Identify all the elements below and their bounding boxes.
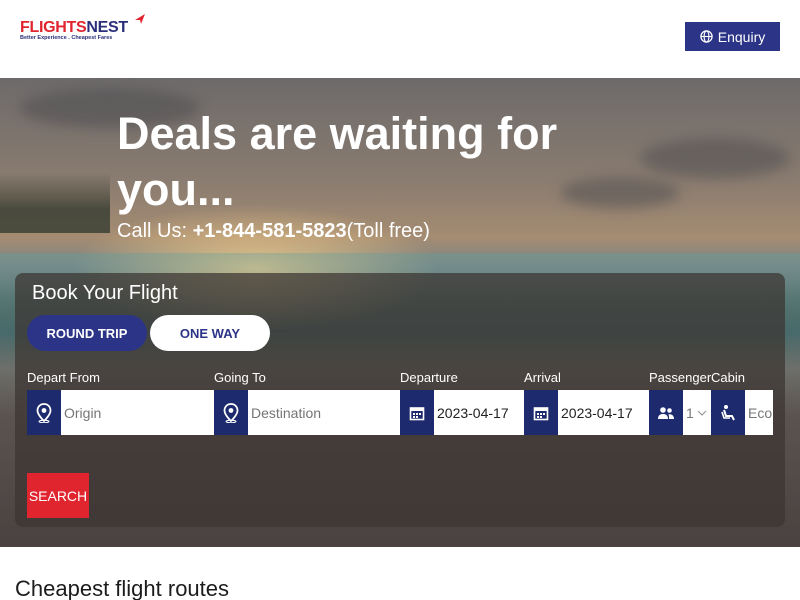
hero-banner: Deals are waiting for you... Call Us: +1… (0, 78, 800, 547)
booking-title: Book Your Flight (32, 282, 178, 304)
booking-panel: Book Your Flight ROUND TRIP ONE WAY Depa… (15, 273, 785, 527)
location-pin-icon (214, 390, 248, 435)
location-pin-icon (27, 390, 61, 435)
logo-tagline: Better Experience . Cheapest Fares (20, 35, 113, 41)
one-way-button[interactable]: ONE WAY (150, 315, 270, 351)
seat-icon (711, 390, 745, 435)
people-icon (649, 390, 683, 435)
passenger-select[interactable]: 1 (649, 390, 711, 435)
departure-label: Departure (400, 370, 458, 385)
depart-from-label: Depart From (27, 370, 100, 385)
calendar-icon (524, 390, 558, 435)
palm-trees-silhouette (0, 173, 110, 233)
departure-date-value: 2023-04-17 (437, 404, 509, 421)
departure-date-field[interactable]: 2023-04-17 (400, 390, 524, 435)
going-to-label: Going To (214, 370, 266, 385)
site-header: FLIGHTSNEST Better Experience . Cheapest… (0, 0, 800, 78)
arrival-date-field[interactable]: 2023-04-17 (524, 390, 649, 435)
cabin-select[interactable]: Econ (711, 390, 773, 435)
calendar-icon (400, 390, 434, 435)
hero-call-line: Call Us: +1-844-581-5823(Toll free) (117, 220, 430, 243)
enquiry-label: Enquiry (717, 28, 766, 45)
cabin-label: Cabin (711, 370, 745, 385)
arrival-date-value: 2023-04-17 (561, 404, 633, 421)
plane-icon (135, 14, 145, 24)
chevron-down-icon (697, 410, 707, 416)
arrival-label: Arrival (524, 370, 561, 385)
destination-field[interactable] (214, 390, 400, 435)
destination-input[interactable] (248, 390, 400, 435)
call-suffix: (Toll free) (346, 220, 430, 242)
search-button[interactable]: SEARCH (27, 473, 89, 518)
origin-field[interactable] (27, 390, 214, 435)
flightsnest-logo[interactable]: FLIGHTSNEST Better Experience . Cheapest… (20, 14, 150, 45)
phone-number[interactable]: +1-844-581-5823 (193, 220, 347, 242)
globe-icon (700, 30, 713, 43)
call-prefix: Call Us: (117, 220, 193, 242)
cabin-value: Econ (748, 404, 773, 421)
logo-word-nest: NEST (86, 19, 128, 36)
cheapest-routes-heading: Cheapest flight routes (15, 576, 230, 600)
origin-input[interactable] (61, 390, 214, 435)
enquiry-button[interactable]: Enquiry (685, 22, 780, 51)
logo-word-flights: FLIGHTS (20, 19, 87, 36)
passenger-label: Passenger (649, 370, 712, 385)
round-trip-button[interactable]: ROUND TRIP (27, 315, 147, 351)
hero-title: Deals are waiting for you... (117, 108, 558, 215)
cloud-shape (640, 138, 790, 178)
passenger-value: 1 (686, 404, 694, 421)
